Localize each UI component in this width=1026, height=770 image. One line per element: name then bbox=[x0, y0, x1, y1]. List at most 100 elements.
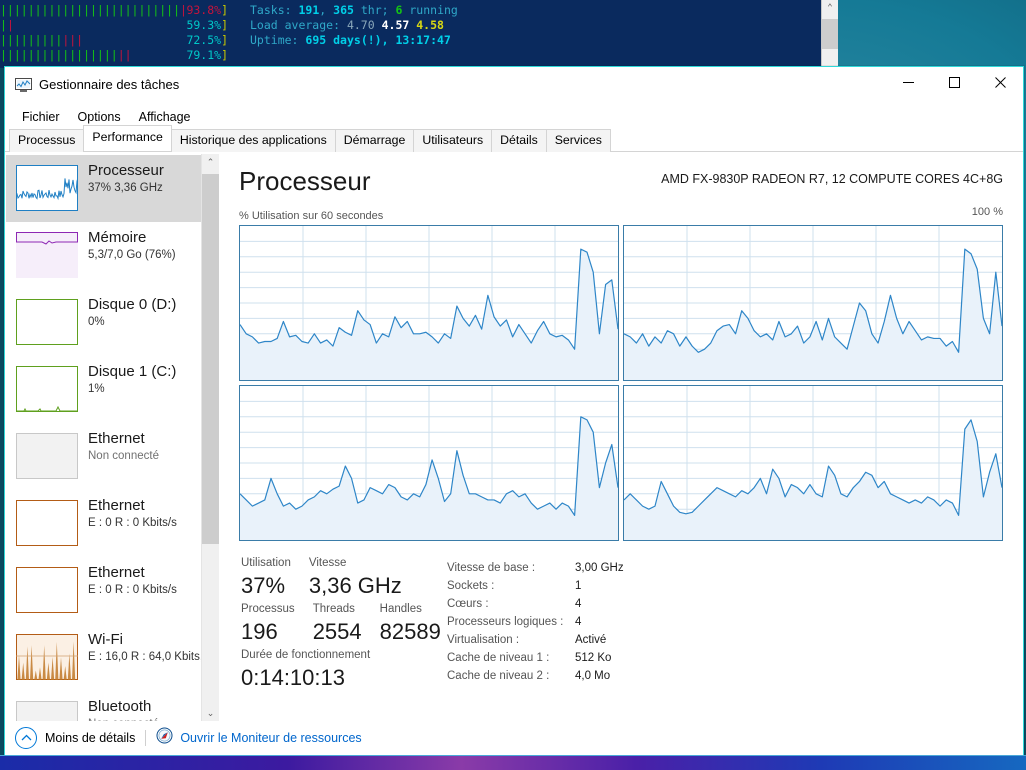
cpu-graph-2[interactable] bbox=[239, 385, 619, 541]
vitesse-label: Vitesse bbox=[308, 557, 347, 569]
sidebar-scroll-thumb[interactable] bbox=[202, 174, 219, 544]
less-details-label: Moins de détails bbox=[45, 731, 136, 745]
htop-cpu-percent-1: 59.3%] bbox=[186, 18, 228, 32]
sidebar-item-sublabel: E : 16,0 R : 64,0 Kbits, bbox=[88, 651, 204, 663]
sidebar-item-ethernet[interactable]: Ethernet E : 0 R : 0 Kbits/s bbox=[6, 557, 209, 624]
tab-label: Démarrage bbox=[343, 133, 406, 147]
sidebar-item-m-moire[interactable]: Mémoire 5,3/7,0 Go (76%) bbox=[6, 222, 209, 289]
sidebar-scroll-up-arrow[interactable]: ⌃ bbox=[202, 154, 219, 171]
tab-label: Historique des applications bbox=[179, 133, 327, 147]
cpu-graph-3[interactable] bbox=[623, 385, 1003, 541]
htop-tasks-total: 191 bbox=[298, 3, 320, 17]
sidebar-thumbnail-graph bbox=[16, 567, 78, 613]
htop-cpu-percent-0: 93.8%] bbox=[186, 3, 228, 17]
sidebar-item-ethernet[interactable]: Ethernet Non connecté bbox=[6, 423, 209, 490]
cpu-detail-key: Cache de niveau 2 : bbox=[447, 670, 550, 682]
terminal-scrollbar[interactable]: ⌃ bbox=[821, 0, 838, 68]
sidebar-item-text: Mémoire 5,3/7,0 Go (76%) bbox=[88, 229, 176, 263]
htop-running-count: 6 bbox=[395, 3, 403, 17]
tab-d-marrage[interactable]: Démarrage bbox=[334, 129, 415, 152]
window-title: Gestionnaire des tâches bbox=[39, 77, 180, 92]
performance-sidebar[interactable]: Processeur 37% 3,36 GHz Mémoire 5,3/7,0 Go… bbox=[6, 155, 209, 721]
sidebar-item-processeur[interactable]: Processeur 37% 3,36 GHz bbox=[6, 155, 209, 222]
tab-label: Services bbox=[554, 133, 602, 147]
cpu-graph-0[interactable] bbox=[239, 225, 619, 381]
htop-cpu-bars-red-2: ||| bbox=[62, 33, 84, 47]
htop-load-1min: 4.70 bbox=[346, 18, 375, 32]
sidebar-scroll-down-arrow[interactable]: ⌄ bbox=[202, 705, 219, 722]
handles-label: Handles bbox=[379, 603, 422, 615]
sidebar-item-wi-fi[interactable]: Wi-Fi E : 16,0 R : 64,0 Kbits, bbox=[6, 624, 209, 691]
sidebar-item-label: Ethernet bbox=[88, 430, 145, 447]
tab-performance[interactable]: Performance bbox=[83, 125, 172, 151]
sidebar-item-text: Disque 0 (D:) 0% bbox=[88, 296, 176, 330]
htop-uptime-label: Uptime: bbox=[250, 33, 299, 47]
minimize-button[interactable] bbox=[885, 67, 931, 97]
graph-header: % Utilisation sur 60 secondes 100 % bbox=[239, 206, 1003, 222]
less-details-button[interactable]: Moins de détails bbox=[15, 727, 135, 749]
performance-main-panel: Processeur AMD FX-9830P RADEON R7, 12 CO… bbox=[221, 152, 1023, 723]
sidebar-item-disque-1-c[interactable]: Disque 1 (C:) 1% bbox=[6, 356, 209, 423]
sidebar-item-text: Ethernet Non connecté bbox=[88, 430, 159, 464]
menu-item-affichage[interactable]: Affichage bbox=[130, 107, 200, 127]
resource-monitor-icon bbox=[156, 727, 173, 749]
htop-uptime-row: Uptime: 695 days(!), 13:17:47 bbox=[250, 33, 810, 48]
processus-value: 196 bbox=[241, 619, 278, 644]
sidebar-item-sublabel: E : 0 R : 0 Kbits/s bbox=[88, 584, 177, 596]
cpu-graph-1[interactable] bbox=[623, 225, 1003, 381]
resource-monitor-link[interactable]: Ouvrir le Moniteur de ressources bbox=[156, 727, 362, 749]
cpu-detail-row: Virtualisation : Activé bbox=[447, 631, 624, 649]
task-manager-icon bbox=[15, 78, 32, 93]
taskbar[interactable] bbox=[0, 755, 1026, 770]
terminal-window-htop[interactable]: ||||||||||||||||||||||||||| 93.8%] || 59.3%… bbox=[0, 0, 838, 68]
sidebar-item-text: Processeur 37% 3,36 GHz bbox=[88, 162, 164, 196]
htop-cpu-meter-1: || 59.3%] bbox=[0, 18, 230, 33]
sidebar-item-sublabel: 5,3/7,0 Go (76%) bbox=[88, 249, 176, 261]
sidebar-item-disque-0-d[interactable]: Disque 0 (D:) 0% bbox=[6, 289, 209, 356]
cpu-detail-value: 3,00 GHz bbox=[575, 562, 624, 574]
cpu-detail-value: 512 Ko bbox=[575, 652, 612, 664]
terminal-scroll-up-arrow[interactable]: ⌃ bbox=[822, 0, 838, 16]
stat-handles: Handles 82589 bbox=[380, 601, 441, 647]
sidebar-scrollbar[interactable]: ⌃ ⌄ bbox=[201, 154, 219, 722]
title-bar[interactable]: Gestionnaire des tâches bbox=[5, 67, 1023, 105]
menu-item-options[interactable]: Options bbox=[69, 107, 130, 127]
close-button[interactable] bbox=[977, 67, 1023, 97]
tab-bar[interactable]: Processus Performance Historique des appli… bbox=[5, 125, 1023, 152]
cpu-detail-key: Sockets : bbox=[447, 580, 495, 592]
tab-historique-des-applications[interactable]: Historique des applications bbox=[170, 129, 336, 152]
sidebar-item-sublabel: E : 0 R : 0 Kbits/s bbox=[88, 517, 177, 529]
terminal-scroll-thumb[interactable] bbox=[822, 19, 838, 49]
uptime-value: 0:14:10:13 bbox=[241, 665, 345, 690]
sidebar-item-bluetooth[interactable]: BluetoothNon connecté bbox=[6, 691, 209, 721]
sidebar-item-sublabel: 0% bbox=[88, 316, 105, 328]
htop-cpu-percent-2: 72.5%] bbox=[186, 33, 228, 47]
sidebar-item-sublabel: 1% bbox=[88, 383, 105, 395]
cpu-detail-row: Cache de niveau 2 : 4,0 Mo bbox=[447, 667, 624, 685]
task-manager-window[interactable]: Gestionnaire des tâches Fichier Options … bbox=[4, 66, 1024, 756]
sidebar-item-ethernet[interactable]: Ethernet E : 0 R : 0 Kbits/s bbox=[6, 490, 209, 557]
stat-utilisation: Utilisation 37% bbox=[241, 555, 291, 601]
htop-load-15min: 4.58 bbox=[416, 18, 444, 32]
htop-cpu-bars-red-1: | bbox=[6, 18, 14, 32]
cpu-detail-key: Processeurs logiques : bbox=[447, 616, 564, 628]
tab-d-tails[interactable]: Détails bbox=[491, 129, 547, 152]
cpu-graphs-grid[interactable] bbox=[239, 225, 1003, 541]
tab-processus[interactable]: Processus bbox=[9, 129, 85, 152]
htop-running-label: running bbox=[409, 3, 458, 17]
cpu-detail-value: Activé bbox=[575, 634, 607, 646]
htop-cpu-bars-green-3: ||||||||||||||||| bbox=[0, 48, 118, 62]
tab-services[interactable]: Services bbox=[545, 129, 611, 152]
menu-item-fichier[interactable]: Fichier bbox=[13, 107, 69, 127]
htop-cpu-bars-red-3: || bbox=[117, 48, 132, 62]
htop-cpu-bars-green-0: |||||||||||||||||||||||||| bbox=[0, 3, 181, 17]
sidebar-item-sublabel: 37% 3,36 GHz bbox=[88, 182, 163, 194]
maximize-button[interactable] bbox=[931, 67, 977, 97]
vitesse-value: 3,36 GHz bbox=[308, 573, 402, 598]
tab-utilisateurs[interactable]: Utilisateurs bbox=[413, 129, 493, 152]
sidebar-thumbnail-graph bbox=[16, 299, 78, 345]
sidebar-item-label: Disque 0 (D:) bbox=[88, 296, 177, 313]
tab-label: Utilisateurs bbox=[422, 133, 484, 147]
cpu-detail-value: 4,0 Mo bbox=[575, 670, 611, 682]
htop-load-row: Load average: 4.70 4.57 4.58 bbox=[250, 18, 810, 33]
